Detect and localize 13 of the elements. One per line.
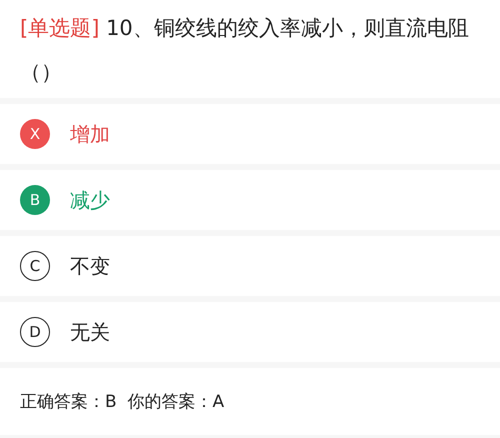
- answer-option[interactable]: D 无关: [0, 302, 500, 362]
- option-text: 无关: [70, 318, 110, 346]
- answer-option[interactable]: X 增加: [0, 104, 500, 164]
- question-text: [单选题] 10、铜绞线的绞入率减小，则直流电阻（）: [20, 15, 470, 86]
- answer-summary: 正确答案：B 你的答案：A: [0, 368, 500, 435]
- option-letter: C: [20, 251, 50, 281]
- option-letter: B: [20, 185, 50, 215]
- option-letter: D: [20, 317, 50, 347]
- option-text: 减少: [70, 186, 110, 214]
- option-text: 增加: [70, 120, 110, 148]
- option-text: 不变: [70, 252, 110, 280]
- option-letter: X: [20, 119, 50, 149]
- answer-option[interactable]: C 不变: [0, 236, 500, 296]
